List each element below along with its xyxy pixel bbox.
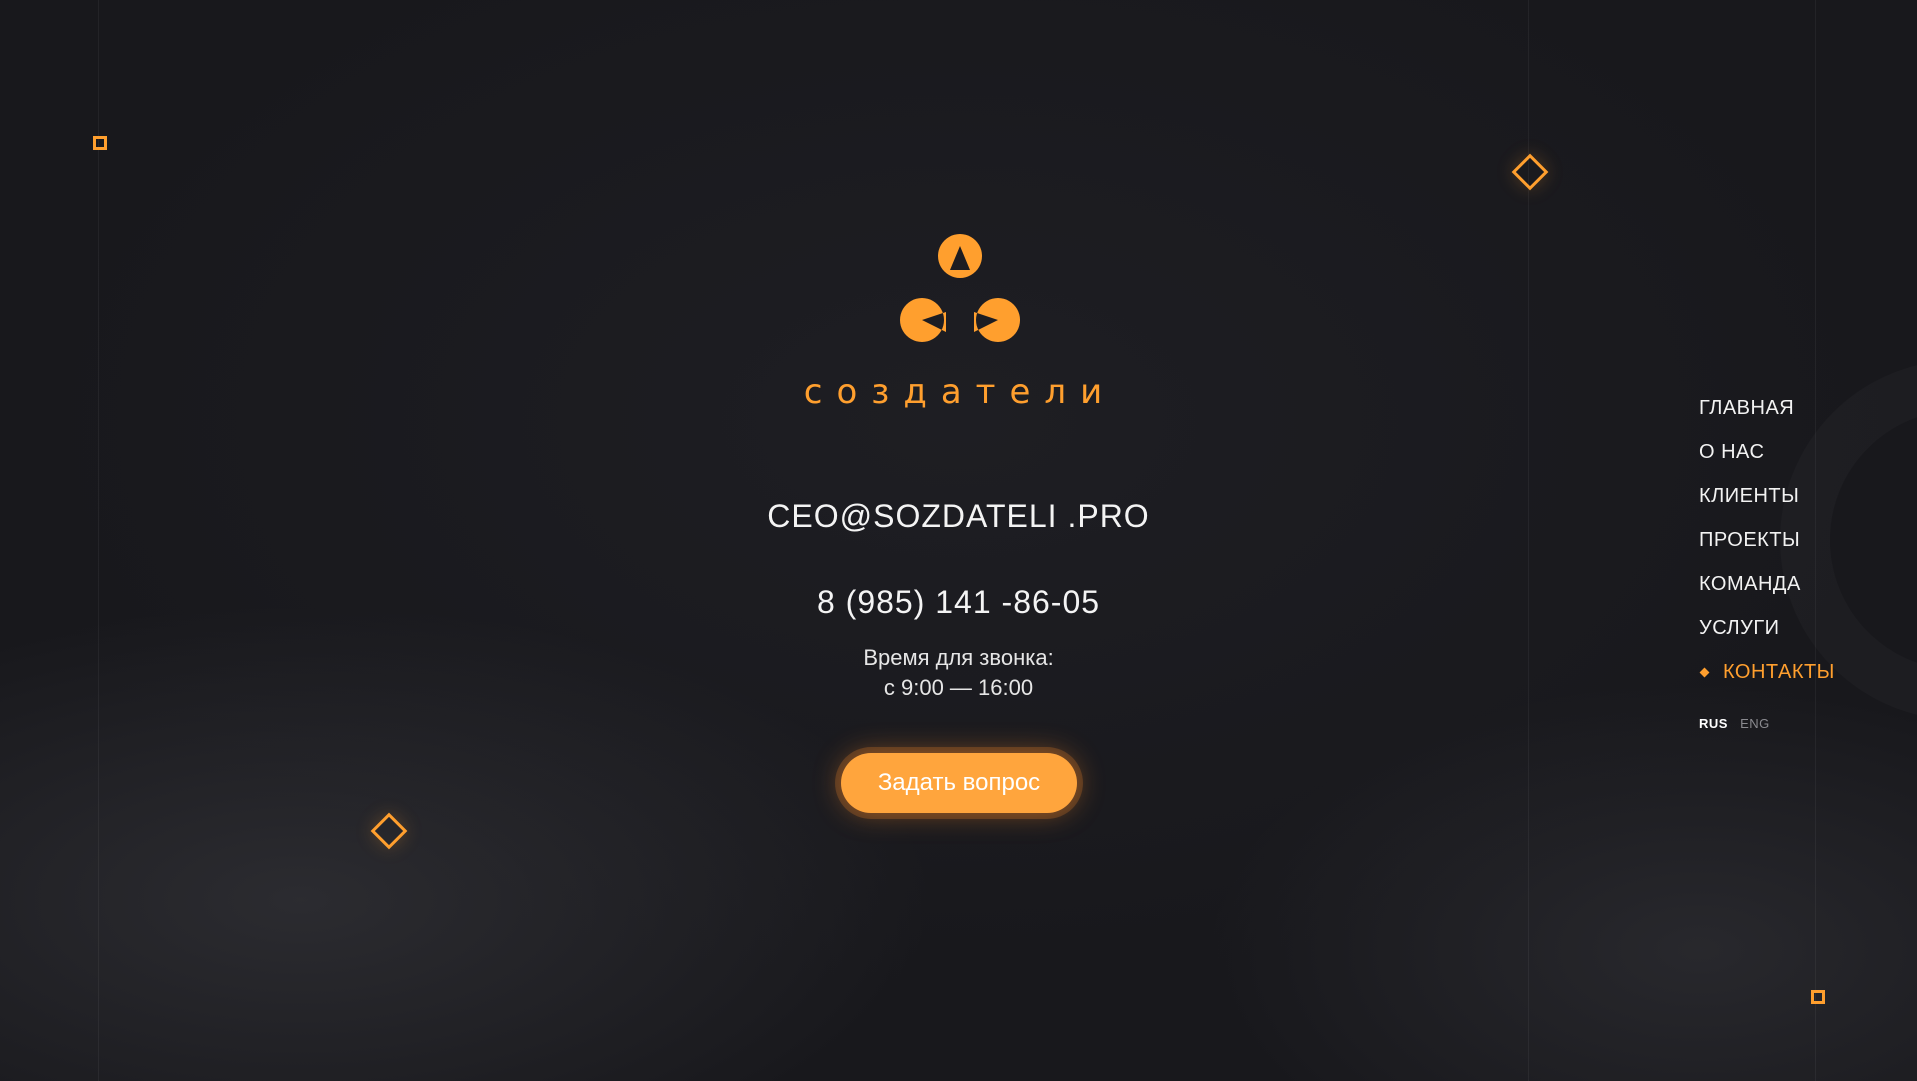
nav-item-services[interactable]: УСЛУГИ [1699, 612, 1899, 656]
decorative-diamond-icon [370, 812, 408, 850]
lang-eng[interactable]: ENG [1740, 716, 1770, 731]
decorative-diamond-icon [1511, 153, 1549, 191]
ask-question-button[interactable]: Задать вопрос [841, 753, 1077, 813]
nav-item-contacts[interactable]: КОНТАКТЫ [1699, 656, 1899, 700]
nav-item-clients[interactable]: КЛИЕНТЫ [1699, 480, 1899, 524]
call-hours-label: Время для звонка: [863, 645, 1054, 670]
call-hours: с 9:00 — 16:00 [883, 675, 1034, 700]
brand-logo[interactable]: создатели [800, 232, 1120, 412]
nav-item-about[interactable]: О НАС [1699, 436, 1899, 480]
nav-item-projects[interactable]: ПРОЕКТЫ [1699, 524, 1899, 568]
contacts-page: создатели CEO@SOZDATELI .PRO 8 (985) 141… [0, 0, 1917, 1081]
active-bullet-icon [1699, 667, 1710, 678]
decorative-square-icon [1811, 990, 1825, 1004]
lang-rus[interactable]: RUS [1699, 716, 1728, 731]
nav-item-team[interactable]: КОМАНДА [1699, 568, 1899, 612]
brand-name: создатели [803, 372, 1117, 412]
main-nav: ГЛАВНАЯ О НАС КЛИЕНТЫ ПРОЕКТЫ КОМАНДА УС… [1699, 392, 1899, 700]
nav-item-contacts-label: КОНТАКТЫ [1723, 661, 1835, 683]
nav-item-home[interactable]: ГЛАВНАЯ [1699, 392, 1899, 436]
decorative-square-icon [93, 136, 107, 150]
contact-phone[interactable]: 8 (985) 141 -86-05 [0, 584, 1917, 621]
grid-line [98, 0, 99, 1081]
language-switcher: RUS ENG [1699, 716, 1778, 731]
three-circles-logo-icon [900, 234, 1020, 342]
contact-email[interactable]: CEO@SOZDATELI .PRO [0, 498, 1917, 535]
